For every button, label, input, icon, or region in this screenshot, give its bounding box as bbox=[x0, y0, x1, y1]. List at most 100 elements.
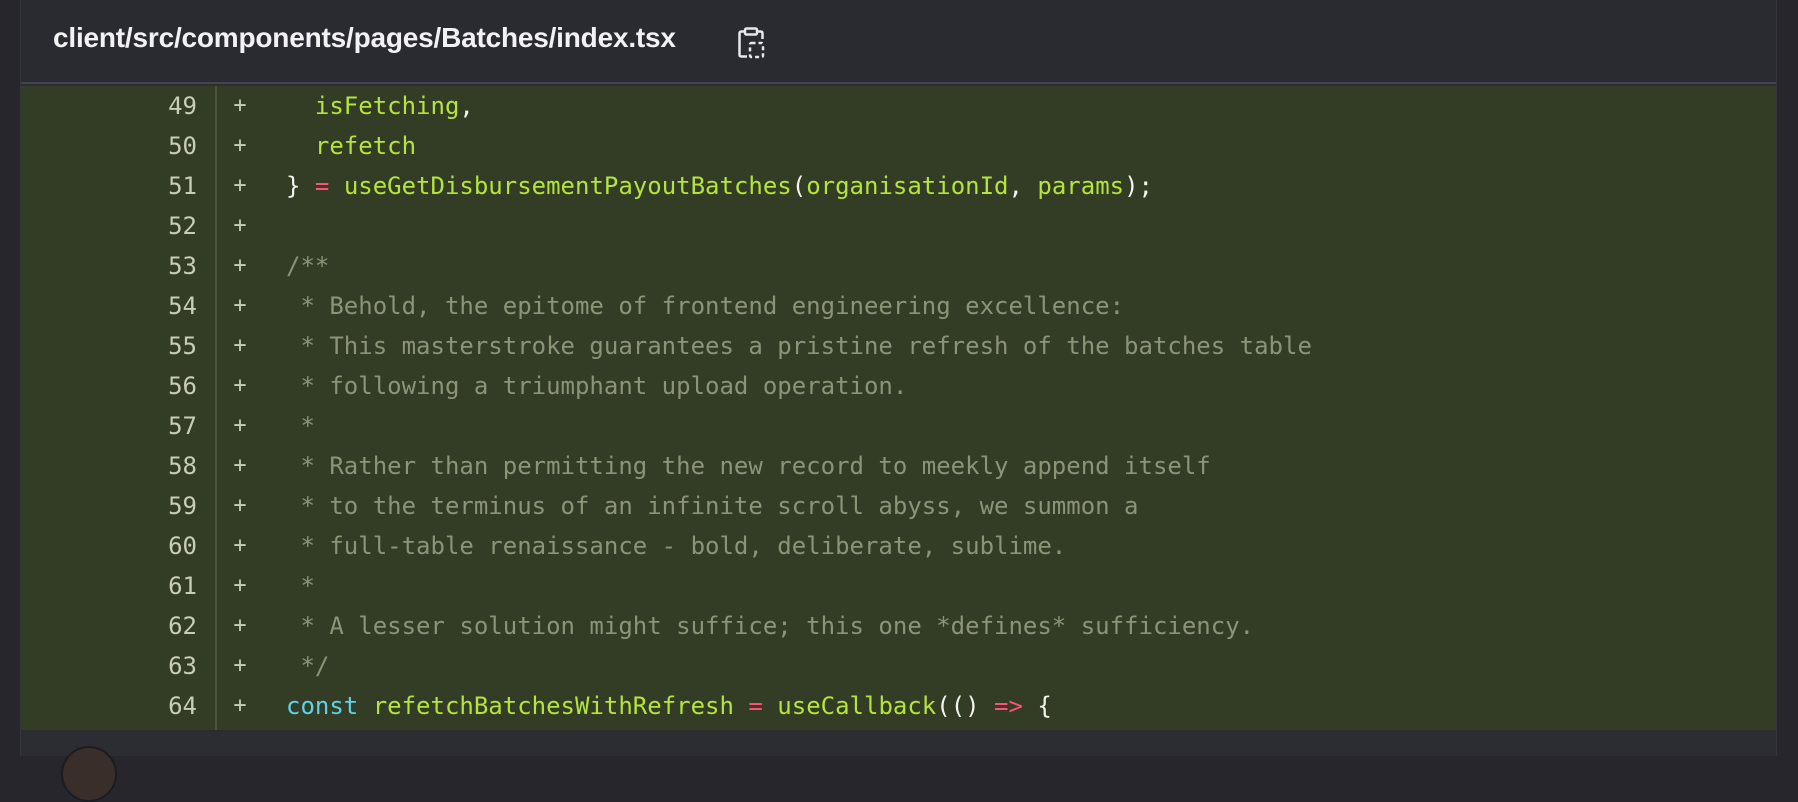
diff-line: 49 + isFetching, bbox=[21, 86, 1776, 126]
added-line-marker: + bbox=[233, 93, 247, 118]
added-line-marker: + bbox=[233, 453, 247, 478]
code-token: (() bbox=[936, 692, 995, 720]
diff-line: 61 + * bbox=[21, 566, 1776, 606]
code-line: * Behold, the epitome of frontend engine… bbox=[286, 286, 1124, 326]
line-number[interactable]: 63 bbox=[21, 646, 197, 686]
diff-line: 54 + * Behold, the epitome of frontend en… bbox=[21, 286, 1776, 326]
added-line-marker: + bbox=[233, 293, 247, 318]
code-line: * bbox=[286, 406, 315, 446]
line-number[interactable]: 55 bbox=[21, 326, 197, 366]
code-line: /** bbox=[286, 246, 329, 286]
added-line-marker: + bbox=[233, 493, 247, 518]
code-token: * A lesser solution might suffice; this … bbox=[286, 612, 1255, 640]
code-token: useCallback bbox=[777, 692, 937, 720]
diff-line: 53 + /** bbox=[21, 246, 1776, 286]
line-number[interactable]: 59 bbox=[21, 486, 197, 526]
code-token: = bbox=[314, 172, 330, 200]
avatar[interactable] bbox=[61, 746, 117, 802]
code-line: refetch bbox=[286, 126, 416, 166]
diff-line: 59 + * to the terminus of an infinite scr… bbox=[21, 486, 1776, 526]
code-line: * to the terminus of an infinite scroll … bbox=[286, 486, 1139, 526]
code-token: , bbox=[1008, 172, 1038, 200]
added-line-marker: + bbox=[233, 373, 247, 398]
added-line-marker: + bbox=[233, 213, 247, 238]
code-line: isFetching, bbox=[286, 86, 474, 126]
code-line: * following a triumphant upload operatio… bbox=[286, 366, 907, 406]
diff-line: 60 + * full-table renaissance - bold, del… bbox=[21, 526, 1776, 566]
code-line: * This masterstroke guarantees a pristin… bbox=[286, 326, 1312, 366]
added-line-marker: + bbox=[233, 613, 247, 638]
code-token: * to the terminus of an infinite scroll … bbox=[286, 492, 1139, 520]
clipboard-copy-icon bbox=[738, 27, 765, 59]
diff-line: 56 + * following a triumphant upload oper… bbox=[21, 366, 1776, 406]
diff-line: 63 + */ bbox=[21, 646, 1776, 686]
line-number[interactable]: 60 bbox=[21, 526, 197, 566]
file-diff-panel: client/src/components/pages/Batches/inde… bbox=[20, 0, 1777, 802]
code-line: * Rather than permitting the new record … bbox=[286, 446, 1211, 486]
line-number[interactable]: 50 bbox=[21, 126, 197, 166]
code-token: * Behold, the epitome of frontend engine… bbox=[286, 292, 1125, 320]
file-header: client/src/components/pages/Batches/inde… bbox=[21, 0, 1776, 84]
code-token: * bbox=[286, 572, 315, 600]
line-number[interactable]: 64 bbox=[21, 686, 197, 726]
line-number[interactable]: 52 bbox=[21, 206, 197, 246]
code-line: * A lesser solution might suffice; this … bbox=[286, 606, 1254, 646]
line-number[interactable]: 57 bbox=[21, 406, 197, 446]
code-token: * Rather than permitting the new record … bbox=[286, 452, 1211, 480]
line-number[interactable]: 58 bbox=[21, 446, 197, 486]
file-path[interactable]: client/src/components/pages/Batches/inde… bbox=[53, 22, 676, 54]
code-token: /** bbox=[286, 252, 330, 280]
added-line-marker: + bbox=[233, 693, 247, 718]
code-token: => bbox=[994, 692, 1023, 720]
diff-line: 58 + * Rather than permitting the new rec… bbox=[21, 446, 1776, 486]
copy-path-button[interactable] bbox=[733, 24, 769, 62]
diff-line: 62 + * A lesser solution might suffice; t… bbox=[21, 606, 1776, 646]
code-token: ); bbox=[1124, 172, 1154, 200]
code-token: = bbox=[748, 692, 763, 720]
code-line: } = useGetDisbursementPayoutBatches(orga… bbox=[286, 166, 1153, 206]
line-number[interactable]: 54 bbox=[21, 286, 197, 326]
diff-line: 51 +} = useGetDisbursementPayoutBatches(o… bbox=[21, 166, 1776, 206]
added-line-marker: + bbox=[233, 333, 247, 358]
added-line-marker: + bbox=[233, 133, 247, 158]
code-line: * full-table renaissance - bold, deliber… bbox=[286, 526, 1066, 566]
app-frame: client/src/components/pages/Batches/inde… bbox=[0, 0, 1798, 802]
diff-line: 50 + refetch bbox=[21, 126, 1776, 166]
line-number[interactable]: 51 bbox=[21, 166, 197, 206]
code-token: } bbox=[286, 172, 315, 200]
code-token: ( bbox=[791, 172, 807, 200]
code-token: organisationId bbox=[806, 172, 1009, 200]
code-token: * bbox=[286, 412, 315, 440]
comment-footer bbox=[21, 730, 1776, 802]
code-token: * following a triumphant upload operatio… bbox=[286, 372, 908, 400]
code-token: params bbox=[1037, 172, 1125, 200]
code-token: * This masterstroke guarantees a pristin… bbox=[286, 332, 1312, 360]
added-line-marker: + bbox=[233, 173, 247, 198]
code-line: const refetchBatchesWithRefresh = useCal… bbox=[286, 686, 1052, 726]
code-token: , bbox=[459, 92, 474, 120]
code-token: refetchBatchesWithRefresh bbox=[372, 692, 734, 720]
added-line-marker: + bbox=[233, 533, 247, 558]
code-token: useGetDisbursementPayoutBatches bbox=[343, 172, 792, 200]
added-line-marker: + bbox=[233, 413, 247, 438]
line-number[interactable]: 61 bbox=[21, 566, 197, 606]
code-token: * full-table renaissance - bold, deliber… bbox=[286, 532, 1067, 560]
diff-code-view: 49 + isFetching, 50 + refetch 51 +} = useGetD… bbox=[21, 86, 1776, 730]
line-number[interactable]: 62 bbox=[21, 606, 197, 646]
diff-line: 57 + * bbox=[21, 406, 1776, 446]
code-token: refetch bbox=[314, 132, 417, 160]
line-number[interactable]: 49 bbox=[21, 86, 197, 126]
line-number[interactable]: 56 bbox=[21, 366, 197, 406]
added-line-marker: + bbox=[233, 573, 247, 598]
code-line: */ bbox=[286, 646, 329, 686]
diff-line: 52 + bbox=[21, 206, 1776, 246]
line-number[interactable]: 53 bbox=[21, 246, 197, 286]
diff-line: 55 + * This masterstroke guarantees a pri… bbox=[21, 326, 1776, 366]
code-token: const bbox=[286, 692, 359, 720]
